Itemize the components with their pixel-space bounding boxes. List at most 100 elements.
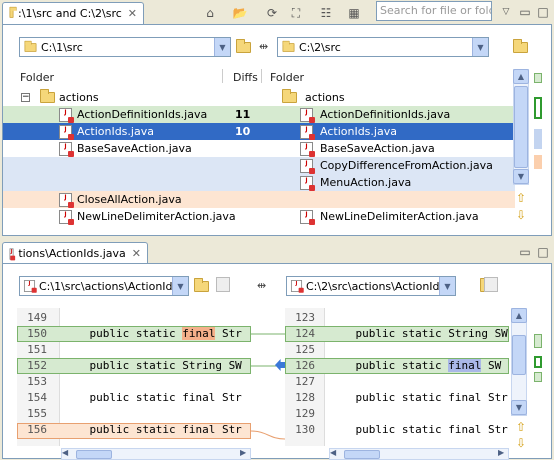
tree-row[interactable]: J NewLineDelimiterAction.java J NewLineD…: [3, 208, 515, 225]
close-icon[interactable]: ✕: [128, 7, 137, 20]
right-root-select[interactable]: C:\2\src ▼: [277, 37, 489, 57]
overview-mark-selected[interactable]: [534, 356, 542, 368]
editor-vertical-scrollbar[interactable]: ▲ ▼: [511, 308, 527, 416]
overview-mark-added[interactable]: [534, 129, 542, 149]
tab-file-compare[interactable]: J tions\ActionIds.java ✕: [2, 242, 148, 264]
open-folder-icon[interactable]: 📂: [230, 3, 250, 23]
folder-icon: [24, 40, 37, 52]
sync-icon[interactable]: ⟳: [262, 3, 282, 23]
line-number: 154: [27, 391, 47, 404]
code-line: public static final Str: [63, 391, 242, 404]
java-file-icon: J: [59, 209, 74, 225]
prev-diff-arrow-icon[interactable]: ⇧: [516, 191, 526, 205]
code-line: public static final Str: [329, 391, 508, 404]
chevron-down-icon[interactable]: ▼: [472, 38, 488, 56]
scroll-thumb[interactable]: [76, 450, 112, 459]
scroll-right-button[interactable]: ▶: [498, 448, 504, 457]
left-folder-header[interactable]: Folder: [20, 71, 54, 84]
line-number: 150: [27, 327, 47, 340]
java-file-icon: J: [300, 107, 315, 123]
browse-folder-icon[interactable]: [194, 278, 209, 292]
scroll-up-button[interactable]: ▲: [511, 308, 527, 323]
scroll-down-button[interactable]: ▼: [513, 169, 529, 184]
left-root-select[interactable]: C:\1\src ▼: [19, 37, 231, 57]
tree-row[interactable]: J BaseSaveAction.java J BaseSaveAction.j…: [3, 140, 515, 157]
code-line: public static final Str: [63, 423, 242, 436]
save-icon[interactable]: [216, 277, 230, 292]
minimize-icon[interactable]: ▭: [515, 242, 535, 262]
filter-icon[interactable]: ▦: [344, 3, 364, 23]
left-folder-name: actions: [59, 91, 99, 104]
left-file-name: CloseAllAction.java: [77, 193, 182, 206]
diff-highlight: final: [182, 327, 216, 340]
line-number: 123: [295, 311, 315, 324]
scroll-up-button[interactable]: ▲: [513, 69, 529, 84]
left-file-name: NewLineDelimiterAction.java: [77, 210, 236, 223]
tree-scrollbar[interactable]: ▲ ▼: [513, 69, 529, 185]
scroll-left-button[interactable]: ◀: [330, 448, 336, 457]
tree-row[interactable]: J MenuAction.java: [3, 174, 515, 191]
line-number: 156: [27, 423, 47, 436]
chevron-down-icon[interactable]: ▼: [439, 277, 455, 295]
tree-row[interactable]: J CloseAllAction.java: [3, 191, 515, 208]
expand-icon[interactable]: ⛶: [286, 3, 306, 23]
minimize-icon[interactable]: ▭: [515, 2, 535, 22]
tab-folder-compare[interactable]: :\1\src and C:\2\src ✕: [2, 2, 144, 24]
tree-row[interactable]: J ActionDefinitionIds.java 11 J ActionDe…: [3, 106, 515, 123]
scroll-left-button[interactable]: ◀: [62, 448, 68, 457]
right-editor[interactable]: 123 124 public static String SW 125 126 …: [285, 308, 509, 446]
tree-folder-row[interactable]: − actions actions: [3, 89, 515, 106]
tree-layout-icon[interactable]: ☷: [316, 3, 336, 23]
column-divider: [222, 69, 223, 83]
overview-mark-changed[interactable]: [534, 372, 542, 382]
right-folder-header[interactable]: Folder: [270, 71, 304, 84]
prev-diff-arrow-icon[interactable]: ⇧: [516, 420, 526, 434]
scroll-thumb[interactable]: [512, 335, 526, 375]
right-file-select[interactable]: J C:\2\src\actions\ActionIds. ▼: [286, 276, 456, 296]
maximize-icon[interactable]: □: [533, 242, 553, 262]
scroll-down-button[interactable]: ▼: [511, 400, 527, 415]
save-icon[interactable]: [484, 277, 498, 292]
scroll-right-button[interactable]: ▶: [240, 448, 246, 457]
left-editor[interactable]: 149 150 public static final Str 151 152 …: [17, 308, 251, 446]
view-menu-icon[interactable]: ▽: [496, 2, 516, 22]
scroll-thumb[interactable]: [514, 86, 528, 168]
line-number: 125: [295, 343, 315, 356]
collapse-icon[interactable]: −: [21, 93, 30, 102]
line-number: 149: [27, 311, 47, 324]
right-horizontal-scrollbar[interactable]: ◀ ▶: [329, 448, 509, 460]
search-input[interactable]: Search for file or folder: [376, 1, 492, 21]
close-icon[interactable]: ✕: [132, 247, 141, 260]
line-number: 130: [295, 423, 315, 436]
chevron-down-icon[interactable]: ▼: [214, 38, 230, 56]
swap-icon[interactable]: ⇹: [257, 279, 266, 292]
left-horizontal-scrollbar[interactable]: ◀ ▶: [61, 448, 251, 460]
chevron-down-icon[interactable]: ▼: [172, 277, 188, 295]
java-file-icon: J: [23, 280, 37, 293]
next-diff-arrow-icon[interactable]: ⇩: [516, 208, 526, 222]
right-file-value: C:\2\src\actions\ActionIds.: [306, 279, 439, 293]
right-file-name: BaseSaveAction.java: [320, 142, 435, 155]
overview-mark-changed[interactable]: [534, 73, 542, 83]
next-diff-arrow-icon[interactable]: ⇩: [516, 436, 526, 450]
tree-row[interactable]: J CopyDifferenceFromAction.java: [3, 157, 515, 174]
browse-folder-icon[interactable]: [236, 39, 251, 53]
tab-file-compare-label: tions\ActionIds.java: [18, 247, 126, 260]
tree-row[interactable]: J ActionIds.java 10 J ActionIds.java: [3, 123, 515, 140]
java-file-icon: J: [59, 107, 74, 123]
home-icon[interactable]: ⌂: [200, 3, 220, 23]
overview-mark-changed[interactable]: [534, 334, 542, 348]
line-number: 127: [295, 375, 315, 388]
browse-folder-icon[interactable]: [512, 39, 528, 53]
line-number: 151: [27, 343, 47, 356]
overview-mark-removed[interactable]: [534, 155, 542, 169]
diffs-header[interactable]: Diffs: [233, 71, 258, 84]
line-number: 126: [295, 359, 315, 372]
scroll-thumb[interactable]: [344, 450, 380, 459]
maximize-icon[interactable]: □: [533, 2, 553, 22]
left-file-select[interactable]: J C:\1\src\actions\ActionIds. ▼: [19, 276, 189, 296]
java-file-icon: J: [59, 192, 74, 208]
bottom-view: J tions\ActionIds.java ✕ ▭ □ J C:\1\src\…: [0, 241, 554, 460]
swap-icon[interactable]: ⇹: [259, 40, 268, 53]
overview-mark-selected[interactable]: [534, 97, 542, 119]
